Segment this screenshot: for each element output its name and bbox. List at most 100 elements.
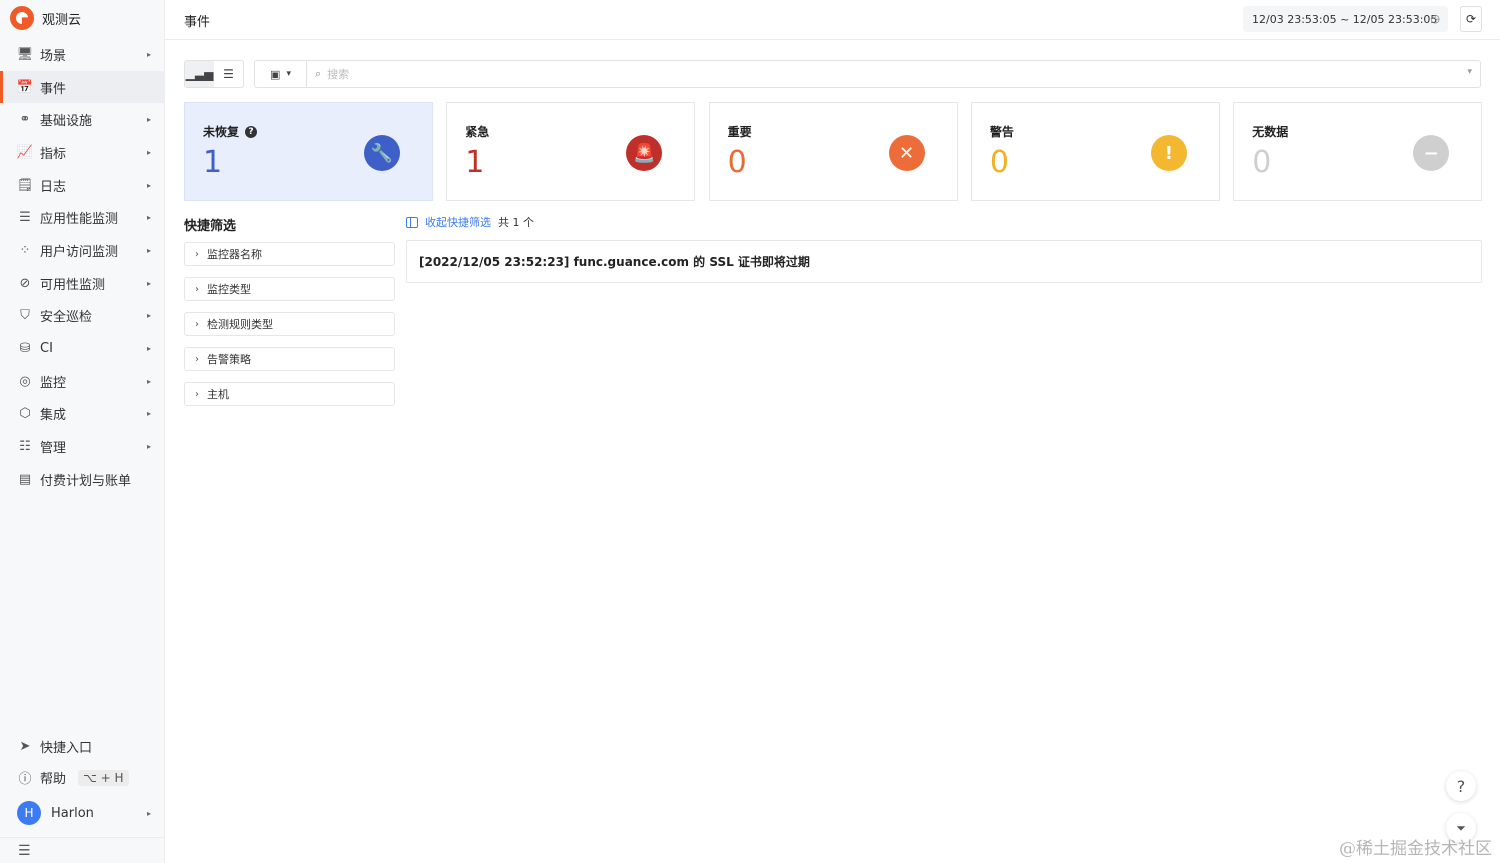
sidebar-item-label: 安全巡检 [40,310,93,326]
sidebar-item-label: 付费计划与账单 [40,473,132,489]
chevron-right-icon: ▸ [146,115,151,125]
status-card-2[interactable]: 重要 0 ✕ [708,102,958,201]
sidebar-item-13[interactable]: ▤ 付费计划与账单 [0,463,165,496]
sidebar-item-label: 应用性能监测 [40,212,119,228]
monitor-target-icon: ◎ [19,373,31,389]
saved-filter-dropdown[interactable]: ▣ ▾ [255,61,307,87]
card-value: 0 [1252,145,1272,180]
quick-entry-label: 快捷入口 [40,741,93,756]
sidebar-item-4[interactable]: 🗒 日志 ▸ [0,169,165,202]
sidebar-item-label: 集成 [40,408,67,424]
sidebar-item-7[interactable]: ⊘ 可用性监测 ▸ [0,267,165,300]
event-count: 共 1 个 [498,216,534,229]
sidebar-item-12[interactable]: ☷ 管理 ▸ [0,430,165,463]
clock-icon: ◷ [1430,12,1440,25]
chevron-right-icon: ▸ [146,180,151,190]
chevron-right-icon: ▸ [146,213,151,223]
grid-circles-icon: ⁘ [19,242,31,258]
chevron-right-icon: › [195,283,199,295]
watermark: @稀土掘金技术社区 [1339,839,1492,859]
sidebar-item-3[interactable]: 📈 指标 ▸ [0,136,165,169]
chevron-right-icon: ▸ [146,311,151,321]
sidebar-item-label: 事件 [40,81,67,97]
chevron-right-icon: ▸ [146,147,151,157]
event-row[interactable]: [2022/12/05 23:52:23] func.guance.com 的 … [406,240,1482,283]
chevron-right-icon: ▸ [146,49,151,59]
card-label: 无数据 [1252,125,1289,139]
help-float-button[interactable]: ? [1446,771,1476,801]
time-range-picker[interactable]: 12/03 23:53:05 ~ 12/05 23:53:05 ◷ [1243,6,1448,32]
sidebar-item-1[interactable]: 📅 事件 [0,70,165,104]
list-icon: ☰ [223,67,234,81]
collapse-panel-icon [406,216,418,228]
search-bar: ▣ ▾ ⌕ ▾ [254,60,1481,88]
list-view-button[interactable]: ☰ [214,61,243,87]
nodes-icon: ⚭ [19,112,31,128]
sidebar-item-10[interactable]: ◎ 监控 ▸ [0,365,165,398]
wrench-icon: 🔧 [364,135,400,171]
chevron-right-icon: › [195,353,199,365]
quick-filter-item[interactable]: › 检测规则类型 [184,312,395,336]
status-card-0[interactable]: 未恢复? 1 🔧 [184,102,433,201]
exclamation-icon: ! [1150,135,1187,171]
user-name: Harlon [51,805,94,821]
help-shortcut: ⌥ + H [78,769,129,786]
quick-filter-item[interactable]: › 主机 [184,382,395,406]
chevron-right-icon: ▸ [146,808,151,818]
quick-filter-item[interactable]: › 监控类型 [184,277,395,301]
sidebar-item-11[interactable]: ⬡ 集成 ▸ [0,398,165,431]
logo-icon [10,6,34,30]
send-icon: ➤ [19,739,31,754]
status-card-1[interactable]: 紧急 1 🚨 [446,102,696,201]
sidebar: 观测云 🖥 场景 ▸ 📅 事件 ⚭ 基础设施 ▸ 📈 指标 ▸ 🗒 日志 ▸ ☰ 应用性能监测 ▸ ⁘ 用户访问监测… [0,0,165,863]
chevron-down-icon[interactable]: ▾ [1467,67,1472,77]
shield-icon: ⛉ [20,308,30,324]
sidebar-item-2[interactable]: ⚭ 基础设施 ▸ [0,103,165,136]
question-icon: ? [1456,776,1466,796]
avatar: H [17,801,41,825]
alarm-icon: 🚨 [626,135,663,171]
chevron-right-icon: › [195,318,199,330]
quick-filter-item[interactable]: › 告警策略 [184,347,395,371]
save-view-icon: ▣ [270,67,281,81]
quick-filter-item[interactable]: › 监控器名称 [184,242,395,266]
sidebar-item-6[interactable]: ⁘ 用户访问监测 ▸ [0,234,165,267]
sidebar-item-label: 监控 [40,375,67,391]
page-title: 事件 [184,15,211,30]
menu-icon: ☰ [18,842,31,859]
refresh-button[interactable]: ⟳ [1460,6,1482,32]
app-logo[interactable]: 观测云 [10,6,81,30]
collapse-quick-filter-link[interactable]: 收起快捷筛选 共 1 个 [406,214,534,230]
help-label: 帮助 [40,772,67,787]
user-menu[interactable]: H Harlon ▸ [0,793,165,833]
help-item[interactable]: ⓘ 帮助 ⌥ + H [0,762,165,793]
chevron-right-icon: ▸ [146,344,151,354]
help-icon[interactable]: ? [245,125,258,138]
calendar-icon: 📅 [16,79,34,95]
search-input[interactable] [327,62,1428,86]
chevron-right-icon: › [195,248,199,260]
sidebar-item-5[interactable]: ☰ 应用性能监测 ▸ [0,201,165,234]
quick-entry-item[interactable]: ➤ 快捷入口 [0,731,165,762]
status-card-4[interactable]: 无数据 0 − [1233,102,1483,201]
sidebar-item-0[interactable]: 🖥 场景 ▸ [0,38,165,71]
status-card-3[interactable]: 警告 0! [970,102,1220,201]
chart-view-button[interactable]: ▁▃▅ [185,61,214,87]
card-label: 紧急 [465,125,490,139]
chevron-right-icon: ▸ [146,376,151,386]
filter-lines-icon: ☰ [19,210,31,226]
card-label: 未恢复? [203,123,258,140]
sidebar-item-label: 场景 [40,48,67,64]
sidebar-item-8[interactable]: ⛉ 安全巡检 ▸ [0,300,165,333]
quick-filter-label: 告警策略 [207,353,251,366]
sidebar-item-label: 管理 [40,441,67,457]
chevron-down-icon: ▾ [286,69,291,79]
sidebar-item-9[interactable]: ⛁ CI ▸ [0,332,165,365]
collapse-quick-filter-label: 收起快捷筛选 [425,216,491,229]
chevron-right-icon: ▸ [146,409,151,419]
question-circle-icon: ⓘ [18,772,32,787]
minus-circle-icon: − [1413,135,1450,171]
sidebar-collapse-button[interactable]: ☰ [0,837,165,863]
availability-icon: ⊘ [19,275,31,291]
refresh-icon: ⟳ [1465,12,1477,26]
